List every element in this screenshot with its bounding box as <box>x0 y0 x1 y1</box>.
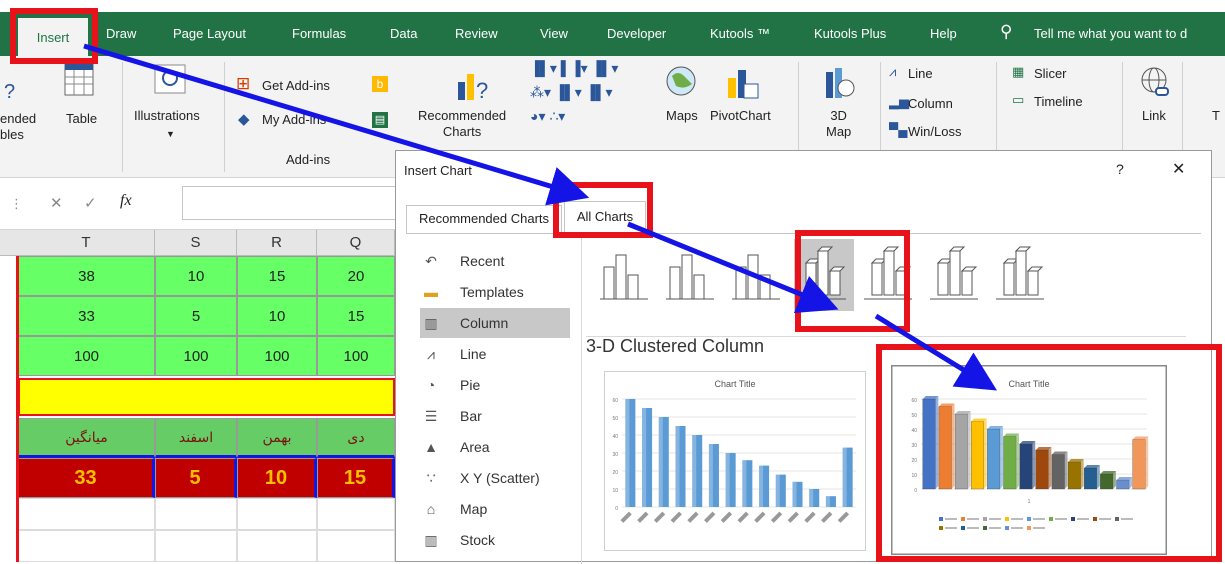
arrow-all-charts-to-subtype <box>627 221 839 314</box>
annotation-arrows <box>83 43 998 391</box>
arrow-subtype-to-preview <box>874 313 998 391</box>
arrow-insert-to-all-charts <box>83 43 590 206</box>
